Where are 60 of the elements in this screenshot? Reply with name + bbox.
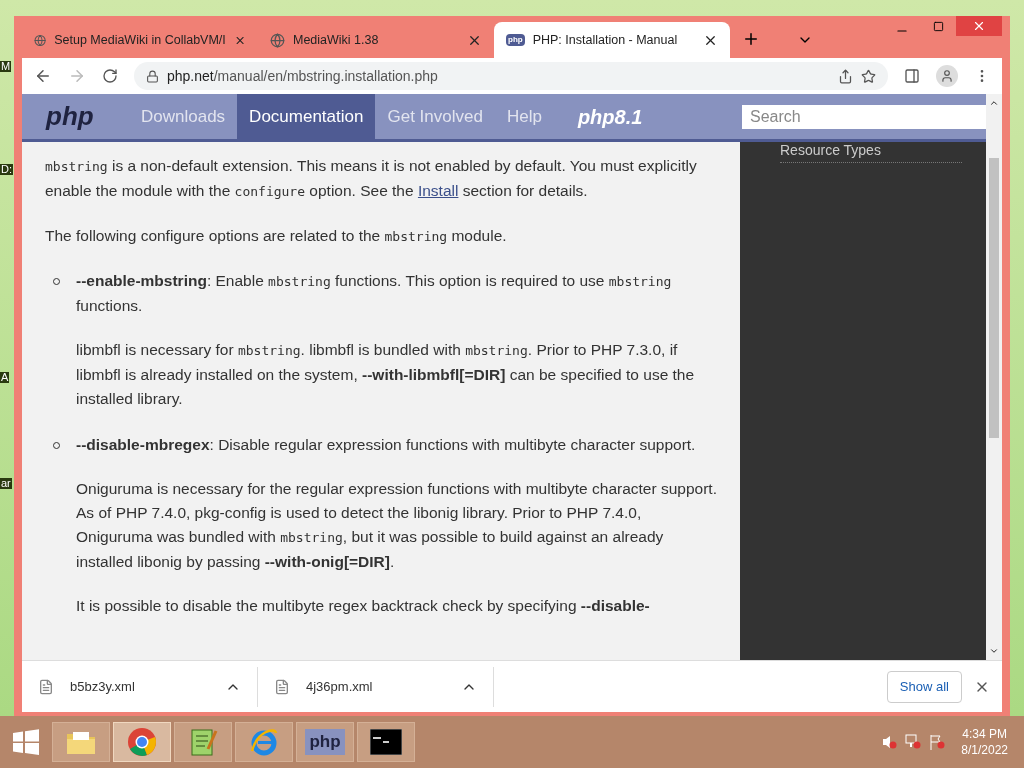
share-icon[interactable] — [838, 68, 853, 84]
php-logo[interactable]: php — [22, 97, 129, 136]
file-icon — [38, 678, 54, 695]
paragraph: mbstring is a non-default extension. This means it is not enabled by default. You must explicitly enable the module with the configure option. See the Install section for details. — [45, 156, 698, 201]
scroll-down-icon[interactable] — [989, 646, 999, 656]
browser-tab[interactable]: Setup MediaWiki in CollabVM/I — [22, 22, 258, 58]
start-icon[interactable] — [13, 729, 39, 755]
show-all-button[interactable]: Show all — [886, 670, 962, 703]
taskbar-button[interactable]: php — [296, 722, 354, 762]
taskbar-button[interactable] — [357, 722, 415, 762]
tab-title: PHP: Installation - Manual — [532, 31, 679, 49]
clock-date: 8/1/2022 — [961, 742, 1008, 758]
paragraph: It is possible to disable the multibyte regex backtrack check by specifying --disable- — [76, 596, 651, 616]
file-icon — [274, 678, 290, 695]
scrollbar[interactable] — [986, 94, 1002, 660]
new-tab-icon[interactable] — [742, 30, 760, 48]
browser-e-icon — [249, 727, 279, 757]
close-icon — [972, 19, 986, 33]
browser-tab[interactable]: php PHP: Installation - Manual — [494, 22, 730, 58]
sidebar-link[interactable]: Resource Types — [780, 142, 962, 163]
network-icon[interactable] — [905, 734, 922, 750]
nav-link[interactable]: Documentation — [237, 94, 376, 139]
speaker-muted-icon[interactable] — [881, 734, 898, 750]
search-field[interactable]: Search — [742, 104, 986, 129]
paragraph: --enable-mbstring: Enable mbstring functions. This option is required to use mbstring functions. — [76, 271, 673, 316]
desktop-icon-label: D: — [0, 164, 13, 175]
tab-title: MediaWiki 1.38 — [293, 31, 380, 49]
file-name: 4j36pm.xml — [306, 677, 374, 696]
install-link[interactable]: Install — [417, 182, 459, 199]
desktop-icon-label: ar — [0, 478, 12, 489]
scroll-up-icon[interactable] — [989, 98, 999, 108]
lock-icon — [146, 69, 159, 83]
reload-icon[interactable] — [102, 68, 118, 84]
notepad-icon — [188, 727, 218, 757]
bookmark-icon[interactable] — [861, 68, 876, 84]
download-item[interactable]: b5bz3y.xml — [22, 666, 258, 707]
globe-icon — [270, 32, 285, 48]
paragraph: --disable-mbregex: Disable regular expression functions with multibyte character support. — [76, 435, 697, 455]
terminal-icon — [370, 729, 402, 755]
browser-tab[interactable]: MediaWiki 1.38 — [258, 22, 494, 58]
flag-icon[interactable] — [929, 734, 946, 750]
desktop-icon-label: A — [0, 372, 10, 383]
url-text: php.net/manual/en/mbstring.installation.php — [167, 66, 439, 86]
paragraph: Oniguruma is necessary for the regular expression functions with multibyte character support. As of PHP 7.4.0, pkg-config is used to detect the libonig library. Prior to PHP 7.4.0, Oniguruma was bundled with mbstring, but it was possible to build against an already installed libonig by passing --with-onig[=DIR]. — [76, 479, 717, 572]
side-panel-icon[interactable] — [904, 68, 920, 84]
favicon: php — [506, 34, 525, 46]
globe-icon — [34, 32, 47, 48]
paragraph: The following configure options are related to the mbstring module. — [45, 226, 508, 246]
download-item[interactable]: 4j36pm.xml — [258, 666, 494, 707]
address-bar[interactable]: php.net/manual/en/mbstring.installation.php — [134, 62, 888, 90]
tab-title: Setup MediaWiki in CollabVM/I — [54, 31, 226, 49]
paragraph: libmbfl is necessary for mbstring. libmbfl is bundled with mbstring. Prior to PHP 7.3.0, if libmbfl is already installed on the system, --with-libmbfl[=DIR] can be specified to use the installed library. — [76, 340, 696, 409]
php-app-icon: php — [305, 729, 345, 755]
maximize-icon[interactable] — [933, 21, 944, 32]
clock-time: 4:34 PM — [962, 726, 1007, 742]
desktop-icon-label: M — [0, 61, 12, 72]
back-icon[interactable] — [34, 67, 52, 85]
profile-icon[interactable] — [936, 65, 958, 87]
chrome-icon — [127, 727, 157, 757]
file-name: b5bz3y.xml — [70, 677, 136, 696]
